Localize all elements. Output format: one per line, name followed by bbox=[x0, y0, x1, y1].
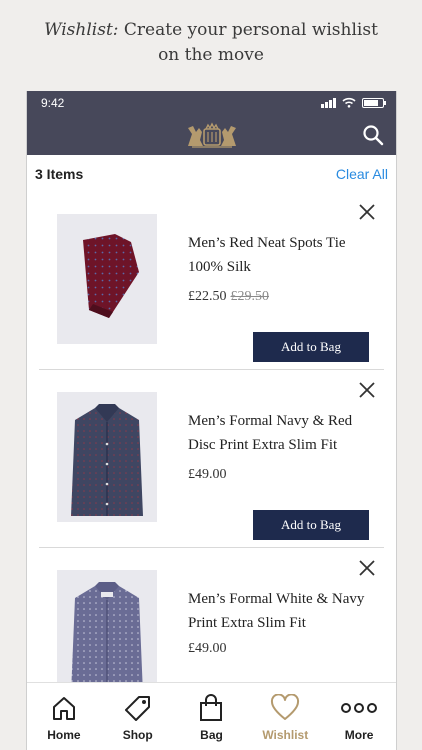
battery-icon bbox=[362, 97, 386, 108]
current-price: £22.50 bbox=[188, 289, 227, 304]
product-title[interactable]: Men’s Red Neat Spots Tie 100% Silk bbox=[188, 231, 378, 279]
product-title-line-1: Men’s Red Neat Spots Tie bbox=[188, 235, 346, 251]
current-price: £49.00 bbox=[188, 641, 227, 656]
crest-logo[interactable] bbox=[182, 120, 242, 150]
wishlist-items: Men’s Red Neat Spots Tie 100% Silk £22.5… bbox=[27, 191, 396, 725]
caption-line-2: on the move bbox=[158, 45, 264, 65]
product-price: £22.50 £29.50 bbox=[188, 289, 269, 305]
tab-shop[interactable]: Shop bbox=[101, 683, 175, 750]
tab-bag[interactable]: Bag bbox=[175, 683, 249, 750]
remove-item-icon[interactable] bbox=[358, 559, 376, 577]
add-to-bag-button[interactable]: Add to Bag bbox=[253, 510, 369, 540]
wishlist-item[interactable]: Men’s Red Neat Spots Tie 100% Silk £22.5… bbox=[27, 191, 396, 369]
was-price: £29.50 bbox=[230, 289, 270, 304]
caption-lead: Wishlist: bbox=[44, 20, 119, 40]
bottom-tab-bar: Home Shop Bag Wishlist More bbox=[27, 682, 396, 750]
product-image-tie[interactable] bbox=[57, 214, 157, 344]
caption-line-1: Wishlist: Create your personal wishlist bbox=[0, 18, 422, 43]
product-title-line-1: Men’s Formal Navy & Red bbox=[188, 413, 353, 429]
wishlist-header: 3 Items Clear All bbox=[27, 155, 396, 191]
tab-home[interactable]: Home bbox=[27, 683, 101, 750]
tab-label: Shop bbox=[122, 728, 153, 742]
remove-item-icon[interactable] bbox=[358, 381, 376, 399]
wifi-icon bbox=[342, 97, 356, 108]
caption-text: Create your personal wishlist bbox=[123, 20, 378, 40]
product-price: £49.00 bbox=[188, 641, 227, 657]
signal-icon bbox=[321, 97, 336, 108]
item-count: 3 Items bbox=[35, 166, 84, 182]
status-time: 9:42 bbox=[41, 96, 65, 110]
wishlist-item[interactable]: Men’s Formal Navy & Red Disc Print Extra… bbox=[27, 369, 396, 547]
product-title-line-2: Disc Print Extra Slim Fit bbox=[188, 437, 338, 453]
bag-icon bbox=[200, 694, 223, 721]
tag-icon bbox=[124, 696, 150, 721]
app-header bbox=[27, 115, 396, 155]
product-price: £49.00 bbox=[188, 467, 227, 483]
tab-wishlist[interactable]: Wishlist bbox=[248, 683, 322, 750]
home-icon bbox=[52, 697, 75, 720]
tab-more[interactable]: More bbox=[322, 683, 396, 750]
tab-label: Wishlist bbox=[262, 728, 309, 742]
tab-label: Home bbox=[47, 728, 81, 742]
more-icon bbox=[341, 703, 378, 713]
product-title[interactable]: Men’s Formal Navy & Red Disc Print Extra… bbox=[188, 409, 378, 457]
product-title-line-2: 100% Silk bbox=[188, 259, 251, 275]
tab-label: Bag bbox=[200, 728, 223, 742]
remove-item-icon[interactable] bbox=[358, 203, 376, 221]
phone-screen: 9:42 3 Items Clear All Men’s Red Neat Sp… bbox=[26, 91, 397, 750]
tab-label: More bbox=[344, 728, 374, 742]
promo-caption: Wishlist: Create your personal wishlist … bbox=[0, 18, 422, 68]
clear-all-link[interactable]: Clear All bbox=[336, 166, 388, 182]
add-to-bag-button[interactable]: Add to Bag bbox=[253, 332, 369, 362]
heart-icon bbox=[271, 694, 300, 720]
status-icons bbox=[321, 97, 386, 108]
search-icon[interactable] bbox=[362, 124, 384, 146]
product-title[interactable]: Men’s Formal White & Navy Print Extra Sl… bbox=[188, 587, 378, 635]
product-image-shirt-white[interactable] bbox=[57, 570, 157, 700]
product-title-line-2: Print Extra Slim Fit bbox=[188, 615, 306, 631]
current-price: £49.00 bbox=[188, 467, 227, 482]
product-title-line-1: Men’s Formal White & Navy bbox=[188, 591, 365, 607]
status-bar: 9:42 bbox=[27, 91, 396, 115]
product-image-shirt-navy[interactable] bbox=[57, 392, 157, 522]
